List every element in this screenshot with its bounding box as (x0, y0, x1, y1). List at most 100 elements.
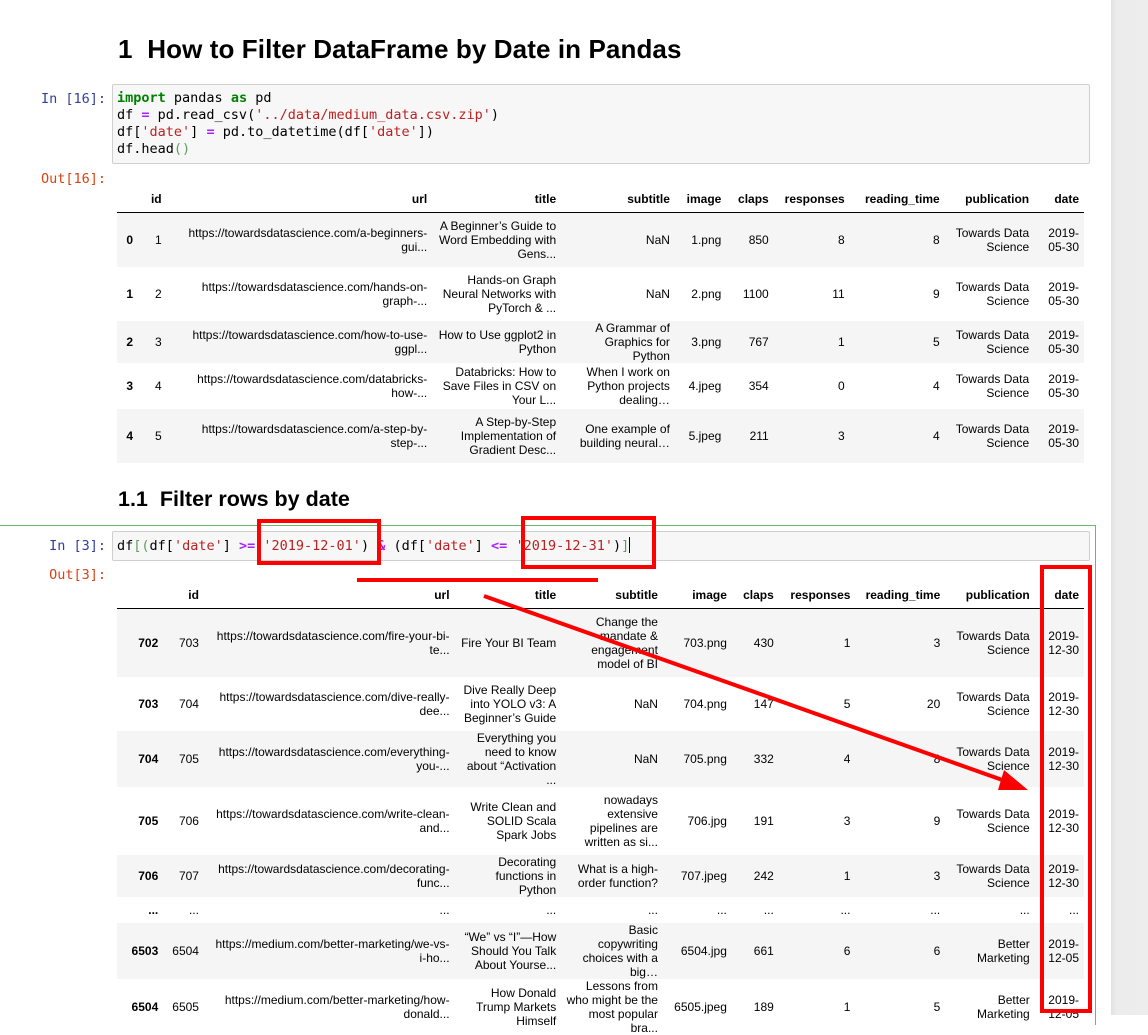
underline-annotation (357, 578, 598, 582)
table-row: 1 2 https://towardsdatascience.com/hands-o… (117, 266, 1084, 321)
table-row: 704 705 https://towardsdatascience.com/eve… (117, 730, 1084, 787)
cell-date: 2019-05-30 (1048, 371, 1079, 400)
cell-subtitle: A Grammar of Graphics for Python (595, 320, 670, 363)
cell-publication: Towards Data Science (956, 744, 1030, 773)
cell1-code-editor[interactable]: import pandas as pd df = pd.read_csv('..… (112, 84, 1090, 164)
cell-responses: 1 (838, 334, 845, 349)
cell-publication: Towards Data Science (955, 327, 1030, 356)
cell-subtitle: Change the mandate & engagement model of… (591, 614, 658, 671)
cell-reading_time: 20 (926, 696, 941, 711)
table-row: 4 5 https://towardsdatascience.com/a-step-… (117, 408, 1084, 463)
cell-claps: 242 (753, 868, 774, 883)
cell-url: https://towardsdatascience.com/everythin… (218, 744, 450, 773)
row-index: 6504 (131, 999, 159, 1014)
cell-title: Databricks: How to Save Files in CSV on … (442, 364, 557, 407)
cell-title: A Beginner’s Guide to Word Embedding wit… (438, 218, 557, 261)
cell-date: 2019-05-30 (1048, 225, 1079, 254)
cell2-in-prompt: In [3]: (49, 538, 106, 554)
cell-subtitle: When I work on Python projects dealing… (586, 364, 670, 407)
cell-url: https://towardsdatascience.com/write-cle… (216, 806, 450, 835)
cell-id: 707 (178, 868, 199, 883)
cell-title: “We” vs “I”—How Should You Talk About Yo… (464, 929, 557, 972)
cell-url: https://towardsdatascience.com/decoratin… (218, 861, 450, 890)
cell-subtitle: What is a high-order function? (577, 861, 658, 890)
cell-image: 6504.jpg (680, 943, 727, 958)
cell-reading_time: 8 (932, 232, 940, 247)
table-row: 0 1 https://towardsdatascience.com/a-begin… (117, 212, 1084, 267)
cell-reading_time: 6 (933, 943, 941, 958)
cell-date: 2019-05-30 (1048, 279, 1079, 308)
cell-title: How to Use ggplot2 in Python (438, 327, 557, 356)
cell-date: 2019-05-30 (1048, 421, 1079, 450)
cell-responses: 4 (843, 751, 851, 766)
cell-responses: 1 (843, 635, 851, 650)
table-row: ................................. (117, 896, 1084, 923)
cell-url: https://towardsdatascience.com/a-beginne… (188, 225, 428, 254)
cell-subtitle: One example of building neural… (579, 421, 670, 450)
cell-responses: 11 (832, 286, 845, 301)
cell2-out-prompt: Out[3]: (49, 567, 106, 583)
column-header-reading_time: reading_time (849, 180, 945, 213)
cell-image: 2.png (691, 286, 722, 301)
row-index: 703 (138, 696, 159, 711)
cell-id: 6504 (172, 943, 199, 958)
cell-claps: 147 (753, 696, 774, 711)
cell-publication: Towards Data Science (955, 421, 1030, 450)
cell-publication: Towards Data Science (956, 689, 1030, 718)
cell-claps: 332 (753, 751, 774, 766)
column-header-index (117, 576, 164, 609)
cell-subtitle: NaN (645, 232, 670, 247)
row-index: 6503 (131, 943, 159, 958)
heading-1-1: 1.1 Filter rows by date (118, 487, 350, 511)
cell-url: ... (439, 902, 450, 917)
cell-reading_time: 5 (932, 334, 940, 349)
notebook: 1 How to Filter DataFrame by Date in Pan… (0, 0, 1111, 1035)
cell-url: https://towardsdatascience.com/hands-on-… (201, 279, 428, 308)
cell-url: https://medium.com/better-marketing/we-v… (215, 936, 450, 965)
cell-image: 707.jpeg (680, 868, 727, 883)
cell-id: 704 (178, 696, 199, 711)
cell-id: ... (188, 902, 199, 917)
table-row: 706 707 https://towardsdatascience.com/dec… (117, 854, 1084, 897)
row-index: 3 (126, 378, 134, 393)
cell-id: 703 (178, 635, 199, 650)
cell-image: 705.png (683, 751, 727, 766)
cell-publication: ... (1019, 902, 1030, 917)
row-index: 0 (126, 232, 134, 247)
column-header-reading_time: reading_time (855, 576, 946, 609)
table-header-row: id url title subtitle image claps responses rea… (117, 180, 1084, 213)
cell-claps: 191 (753, 813, 774, 828)
cell-image: ... (716, 902, 727, 917)
column-header-image: image (674, 180, 727, 213)
cell-reading_time: 9 (933, 813, 941, 828)
cell-responses: 5 (843, 696, 851, 711)
column-header-responses: responses (773, 180, 850, 213)
cell-title: Dive Really Deep into YOLO v3: A Beginne… (463, 682, 557, 725)
cell-subtitle: NaN (633, 751, 658, 766)
cell-reading_time: ... (930, 902, 941, 917)
cell-id: 705 (178, 751, 199, 766)
cell-url: https://towardsdatascience.com/databrick… (197, 371, 428, 400)
cell-title: A Step-by-Step Implementation of Gradien… (460, 414, 557, 457)
cell-image: 4.jpeg (688, 378, 722, 393)
cell-title: Everything you need to know about “Activ… (466, 730, 557, 787)
cell-image: 706.jpg (687, 813, 727, 828)
cell-image: 5.jpeg (688, 428, 722, 443)
column-header-url: url (166, 180, 433, 213)
table-row: 702 703 https://towardsdatascience.com/fir… (117, 608, 1084, 677)
cell-subtitle: NaN (633, 696, 658, 711)
cell-reading_time: 9 (932, 286, 940, 301)
cell-publication: Towards Data Science (955, 225, 1030, 254)
cell-claps: 1100 (742, 286, 769, 301)
cell-subtitle: ... (647, 902, 658, 917)
table-row: 705 706 https://towardsdatascience.com/wri… (117, 786, 1084, 855)
column-header-title: title (432, 180, 562, 213)
row-index: 4 (126, 428, 134, 443)
row-index: 702 (138, 635, 159, 650)
cell-claps: 661 (753, 943, 774, 958)
cell-claps: 767 (748, 334, 769, 349)
cell-image: 703.png (683, 635, 727, 650)
table-row: 3 4 https://towardsdatascience.com/databri… (117, 362, 1084, 409)
table-row: 6504 6505 https://medium.com/better-market… (117, 978, 1084, 1035)
cell-reading_time: 4 (932, 378, 940, 393)
